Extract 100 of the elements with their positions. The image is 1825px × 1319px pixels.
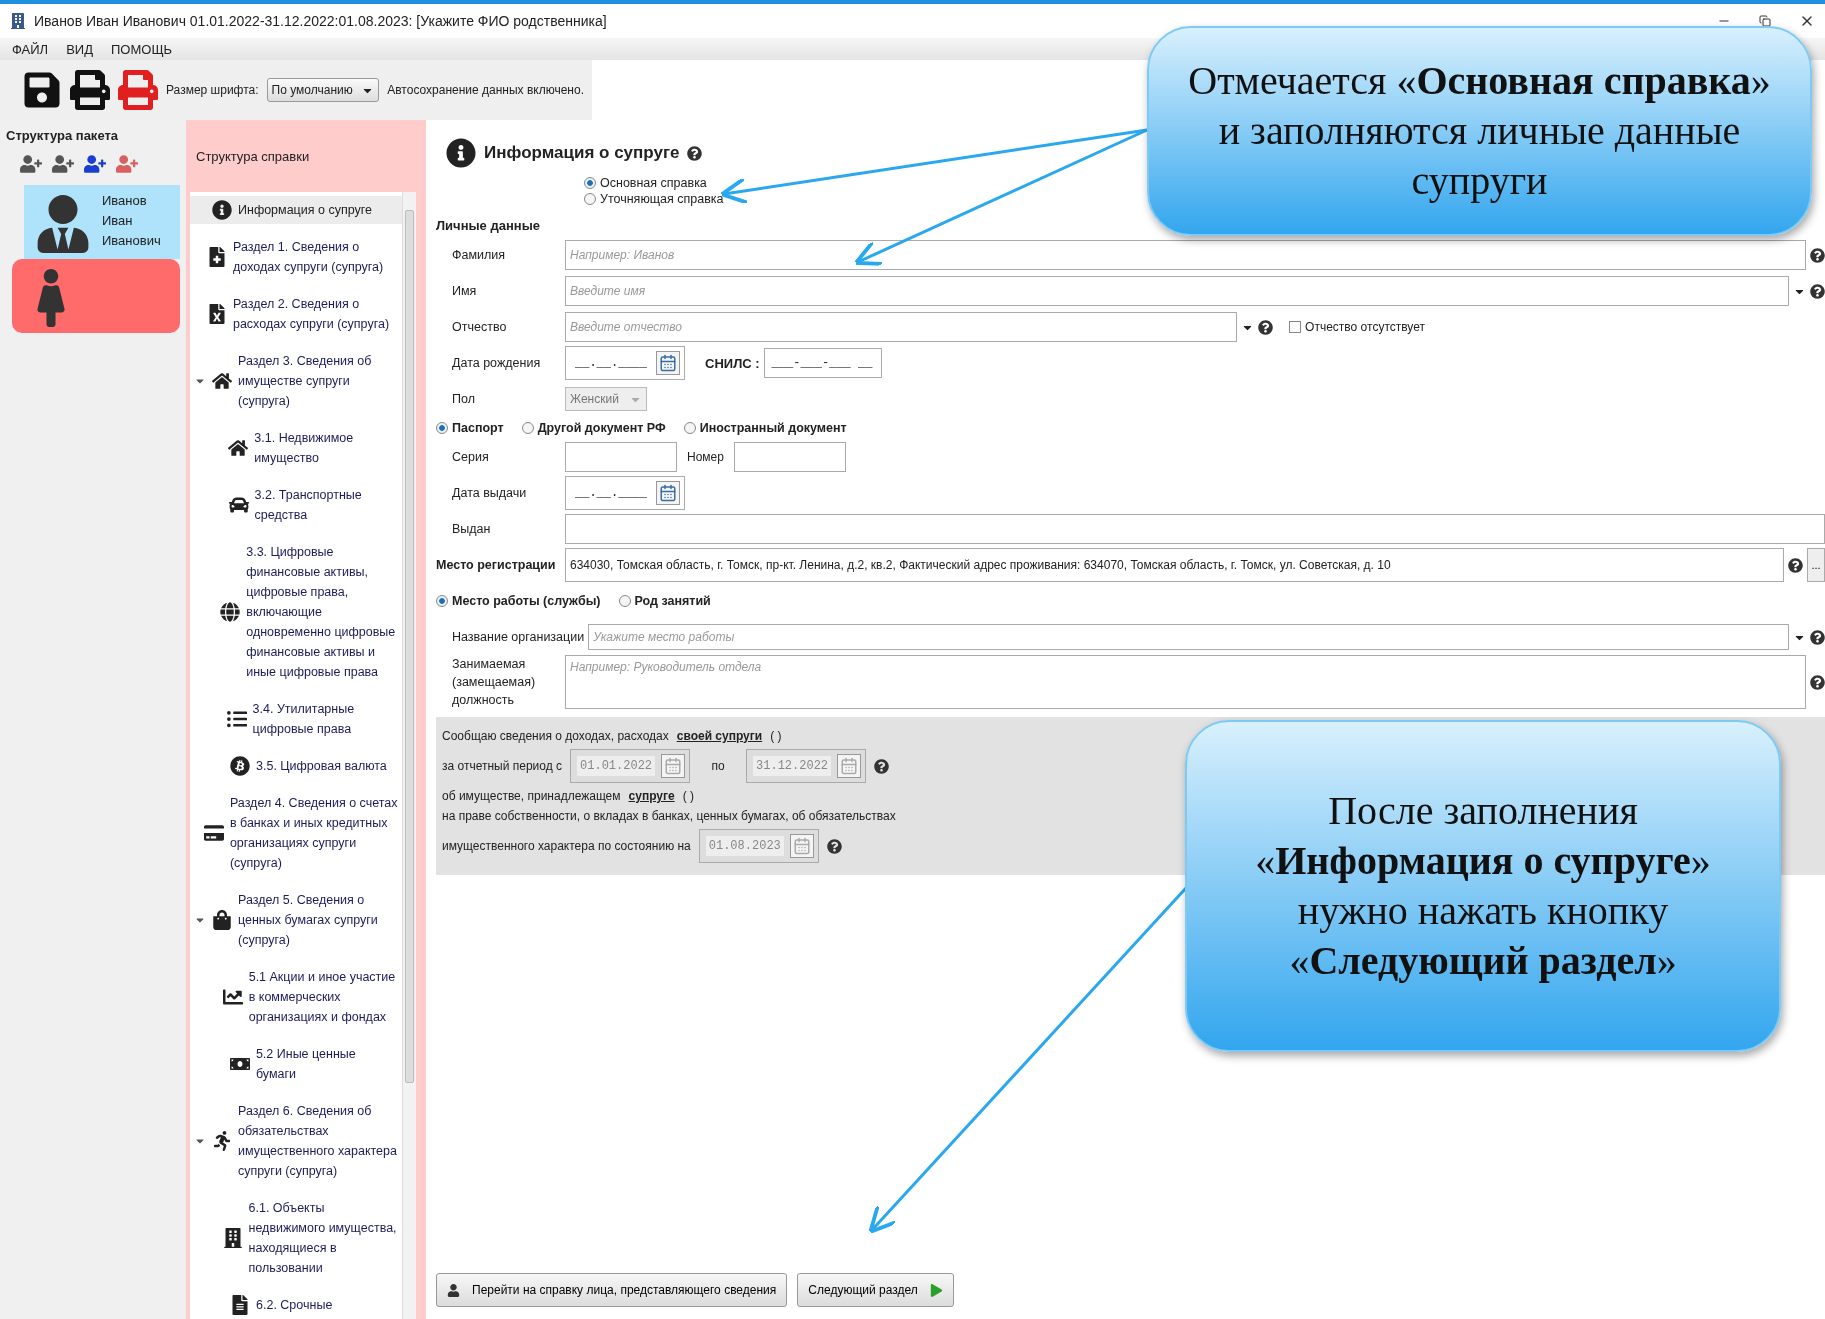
card-icon: [203, 823, 224, 843]
menu-item[interactable]: ФАЙЛ: [12, 41, 49, 57]
calendar-icon[interactable]: [837, 754, 862, 778]
bag-icon: [212, 910, 232, 930]
help-icon[interactable]: [1258, 319, 1274, 335]
window-title: Иванов Иван Иванович 01.01.2022-31.12.2022:01.08.2023: [Укажите ФИО родственника]: [34, 13, 608, 29]
tree-item[interactable]: 3.2. Транспортные средства: [190, 481, 402, 529]
person-card[interactable]: [12, 259, 180, 333]
autosave-text: Автосохранение данных включено.: [387, 83, 584, 97]
field-label: Выдан: [451, 521, 492, 538]
tree-item[interactable]: Раздел 6. Сведения об обязательствах имущественного характера супруги (супруга): [190, 1097, 402, 1185]
next-button[interactable]: Следующий раздел: [797, 1273, 954, 1307]
bitcoin-icon: [230, 756, 250, 776]
radio-option[interactable]: Иностранный документ: [683, 421, 847, 435]
tree-item[interactable]: Раздел 3. Сведения об имуществе супруги (супруга): [190, 347, 402, 415]
house-icon: [212, 371, 232, 391]
field-label: Имя: [451, 283, 478, 300]
tree-item[interactable]: Раздел 5. Сведения о ценных бумагах супруги (супруга): [190, 886, 402, 954]
restore-icon[interactable]: [1759, 15, 1771, 27]
field-label: Серия: [451, 449, 490, 466]
tree-item[interactable]: Информация о супруге: [190, 196, 402, 224]
radio-option[interactable]: Паспорт: [436, 421, 504, 435]
car-icon: [228, 495, 249, 515]
input-field[interactable]: [733, 442, 846, 472]
add-person-icon[interactable]: [52, 153, 74, 175]
running-person-icon: [212, 1131, 232, 1151]
field-label: Фамилия: [451, 247, 507, 264]
help-icon[interactable]: [687, 145, 703, 161]
field-label: Номер: [687, 450, 724, 464]
tree-item[interactable]: 3.4. Утилитарные цифровые права: [190, 695, 402, 743]
tree-item[interactable]: Раздел 2. Сведения о расходах супруги (супруга): [190, 290, 402, 338]
calendar-icon[interactable]: [656, 351, 680, 375]
person-name: Иванов Иван Иванович: [102, 192, 162, 250]
statement-text: Сообщаю сведения о доходах, расходах: [442, 729, 669, 743]
tree-item[interactable]: Раздел 4. Сведения о счетах в банках и иных кредитных организациях супруги (супруга): [190, 789, 402, 877]
font-size-select[interactable]: По умолчанию: [266, 78, 380, 102]
field-label: Название организации: [451, 629, 585, 646]
callout: После заполнения «Информация о супруге» нужно нажать кнопку «Следующий раздел»: [1185, 720, 1781, 1052]
tree-item[interactable]: 6.1. Объекты недвижимого имущества, находящиеся в пользовании: [190, 1194, 402, 1282]
line-chart-icon: [222, 987, 243, 1007]
help-icon[interactable]: [1788, 557, 1803, 573]
callout: Отмечается «Основная справка» и заполняются личные данные супруги: [1147, 26, 1812, 236]
field-label: СНИЛС :: [705, 355, 760, 371]
tree-item[interactable]: 3.5. Цифровая валюта: [190, 752, 402, 780]
tree-item[interactable]: 5.1 Акции и иное участие в коммерческих организациях и фондах: [190, 963, 402, 1031]
gender-select[interactable]: Женский: [565, 387, 647, 411]
help-icon[interactable]: [1810, 283, 1825, 299]
statement-text: об имуществе, принадлежащем: [442, 789, 621, 803]
statement-text: за отчетный период с: [442, 759, 563, 773]
building-icon: [222, 1228, 243, 1248]
input-field[interactable]: [565, 442, 677, 472]
help-icon[interactable]: [826, 838, 842, 854]
radio-option[interactable]: Основная справка: [584, 176, 707, 190]
back-button[interactable]: Перейти на справку лица, представляющего сведения: [436, 1273, 788, 1307]
statement-text: по: [710, 759, 726, 773]
input-field[interactable]: [565, 514, 1825, 544]
save-icon[interactable]: [22, 70, 62, 110]
field-label: Место регистрации: [436, 558, 557, 572]
menu-item[interactable]: ПОМОЩЬ: [111, 41, 173, 57]
scrollbar[interactable]: [402, 192, 416, 1319]
help-icon[interactable]: [1810, 247, 1825, 263]
radio-option[interactable]: Уточняющая справка: [584, 192, 724, 206]
printer-icon[interactable]: [70, 70, 110, 110]
tree-item[interactable]: 3.3. Цифровые финансовые активы, цифровые права, включающие одновременно цифровые финансовые активы и иные цифровые права: [190, 538, 402, 686]
calendar-icon[interactable]: [789, 834, 814, 858]
panel-title: Структура пакета: [6, 128, 120, 143]
checkbox[interactable]: Отчество отсутствует: [1289, 320, 1425, 334]
tree-item[interactable]: 3.1. Недвижимое имущество: [190, 424, 402, 472]
statement-text: на праве собственности, о вкладах в банках, ценных бумагах, об обязательствах: [442, 809, 896, 823]
tree-item[interactable]: 5.2 Иные ценные бумаги: [190, 1040, 402, 1088]
help-icon[interactable]: [1810, 629, 1825, 645]
document-plus-icon: [207, 247, 228, 267]
tree-item[interactable]: Раздел 1. Сведения о доходах супруги (супруга): [190, 233, 402, 281]
menu-item[interactable]: ВИД: [66, 41, 93, 57]
panel-title: Структура справки: [195, 147, 311, 166]
radio-option[interactable]: Другой документ РФ: [521, 421, 666, 435]
help-icon[interactable]: [874, 758, 890, 774]
statement-text: ( ): [682, 789, 694, 803]
date-field[interactable]: __.__.____: [565, 476, 685, 510]
statement-text: имущественного характера по состоянию на: [442, 839, 691, 853]
document-icon: [230, 1295, 250, 1315]
person-card[interactable]: Иванов Иван Иванович: [24, 185, 180, 259]
browse-button[interactable]: ...: [1807, 548, 1825, 582]
input-field[interactable]: 634030, Томская область, г. Томск, пр-кт. Ленина, д.2, кв.2, Фактический адрес проживания: 634070, Томская область, г. Томск, ул. Советская, д. 10: [565, 548, 1784, 582]
info-icon: [212, 200, 232, 220]
group-title: Личные данные: [436, 218, 541, 233]
add-person-icon[interactable]: [20, 153, 42, 175]
radio-option[interactable]: Место работы (службы): [436, 594, 601, 608]
add-person-icon[interactable]: [116, 153, 138, 175]
calendar-icon[interactable]: [656, 481, 680, 505]
help-icon[interactable]: [1810, 674, 1825, 690]
relative-link[interactable]: своей супруги: [676, 729, 763, 743]
add-person-icon[interactable]: [84, 153, 106, 175]
tree-item[interactable]: 6.2. Срочные: [190, 1291, 402, 1319]
input-field[interactable]: ___-___-___ __: [763, 348, 882, 378]
radio-option[interactable]: Род занятий: [618, 594, 711, 608]
relative-link[interactable]: супруге: [628, 789, 675, 803]
calendar-icon[interactable]: [661, 754, 686, 778]
house-icon: [228, 438, 249, 458]
date-field[interactable]: __.__.____: [565, 346, 685, 380]
